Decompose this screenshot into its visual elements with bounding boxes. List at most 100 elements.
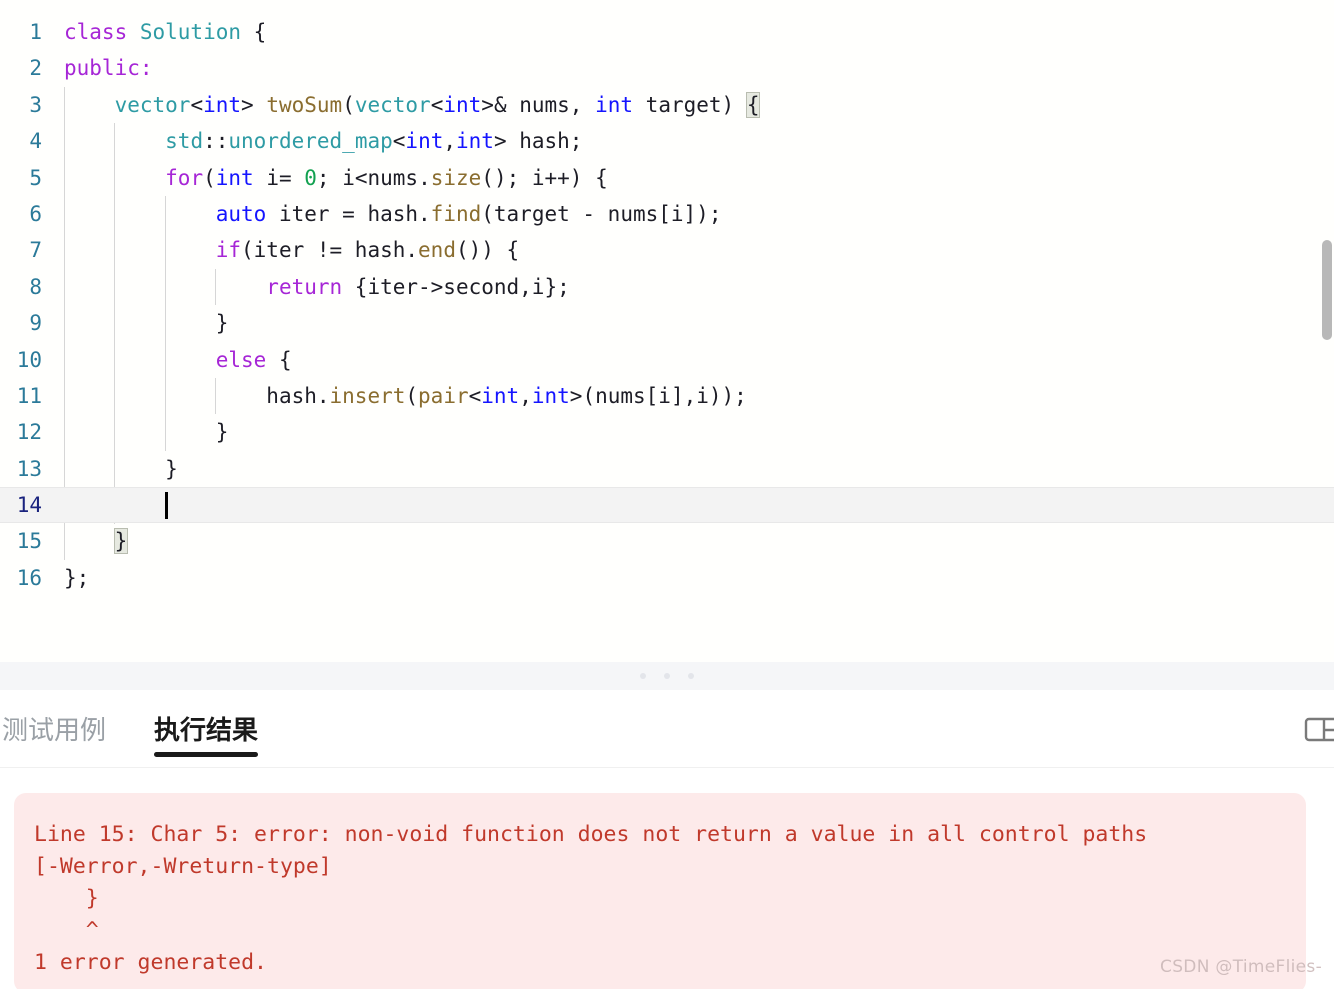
code-token: < xyxy=(392,129,406,154)
code-line[interactable]: 6 auto iter = hash.find(target - nums[i]… xyxy=(0,196,1334,232)
code-line[interactable]: 8 return {iter->second,i}; xyxy=(0,269,1334,305)
code-token: < xyxy=(468,383,482,408)
code-token: { xyxy=(241,20,267,44)
line-number: 6 xyxy=(29,201,42,226)
code-token: ( xyxy=(203,165,216,190)
tab-execution-result[interactable]: 执行结果 xyxy=(154,690,259,768)
code-line[interactable]: 9 } xyxy=(0,305,1334,341)
code-token: { xyxy=(266,347,292,372)
line-number: 10 xyxy=(16,347,42,372)
code-line[interactable]: 5 for(int i= 0; i<nums.size(); i++) { xyxy=(0,160,1334,196)
tab-test-cases-label: 测试用例 xyxy=(2,716,107,746)
code-text[interactable]: hash.insert(pair<int,int>(nums[i],i)); xyxy=(42,378,1334,414)
code-line[interactable]: 11 hash.insert(pair<int,int>(nums[i],i))… xyxy=(0,378,1334,414)
code-text[interactable]: auto iter = hash.find(target - nums[i]); xyxy=(42,196,1334,232)
code-token: ; i<nums. xyxy=(316,165,431,190)
code-token: > hash; xyxy=(493,129,583,154)
line-number: 15 xyxy=(16,529,42,554)
code-token: for xyxy=(165,165,204,190)
code-token: public: xyxy=(64,56,153,81)
line-number: 11 xyxy=(16,383,42,408)
code-text[interactable]: } xyxy=(42,523,1334,559)
code-line[interactable]: 2 public: xyxy=(0,50,1334,86)
line-number: 5 xyxy=(29,165,42,190)
code-line[interactable]: 16}; xyxy=(0,560,1334,596)
code-token: unordered_map xyxy=(228,129,393,154)
code-line[interactable]: 14 xyxy=(0,487,1334,524)
code-text[interactable]: for(int i= 0; i<nums.size(); i++) { xyxy=(42,160,1334,196)
panel-layout-icon[interactable] xyxy=(1304,716,1334,742)
code-token: else xyxy=(215,347,267,372)
panel-drag-handle[interactable] xyxy=(0,662,1334,690)
code-text[interactable]: if(iter != hash.end()) { xyxy=(42,232,1334,268)
code-token: } xyxy=(215,420,229,445)
code-token: iter = hash. xyxy=(266,201,431,226)
code-text[interactable]: class Solution { xyxy=(42,14,1334,50)
code-token: } xyxy=(165,456,178,481)
editor-vertical-scrollbar[interactable] xyxy=(1322,240,1332,340)
code-token: vector xyxy=(114,92,191,117)
code-token: i= xyxy=(253,165,305,190)
code-line[interactable]: 12 } xyxy=(0,414,1334,450)
code-line[interactable]: 1 class Solution { xyxy=(0,14,1334,50)
code-text[interactable]: } xyxy=(42,305,1334,341)
code-token: (); i++) { xyxy=(481,165,608,190)
line-number: 14 xyxy=(16,493,42,518)
code-text[interactable]: } xyxy=(42,451,1334,487)
code-token: ( xyxy=(405,383,419,408)
code-token: (iter != hash. xyxy=(241,238,419,263)
code-token: < xyxy=(190,92,204,117)
line-number: 12 xyxy=(16,420,42,445)
tab-test-cases[interactable]: 测试用例 xyxy=(2,690,106,768)
code-text[interactable]: public: xyxy=(42,50,1334,86)
code-token: pair xyxy=(418,383,469,408)
code-text[interactable]: }; xyxy=(42,560,1334,596)
code-token: ( xyxy=(342,92,355,117)
line-number: 2 xyxy=(29,56,42,81)
code-token: int xyxy=(595,92,634,117)
code-token: insert xyxy=(329,383,406,408)
code-token: int xyxy=(203,92,242,117)
drag-dots-icon xyxy=(640,673,694,679)
code-token: twoSum xyxy=(266,92,343,117)
code-line[interactable]: 13 } xyxy=(0,451,1334,487)
line-number: 4 xyxy=(29,129,42,154)
code-token: int xyxy=(443,92,482,117)
line-number: 8 xyxy=(29,274,42,299)
line-number: 7 xyxy=(29,238,42,263)
code-line[interactable]: 4 std::unordered_map<int,int> hash; xyxy=(0,123,1334,159)
code-token: } xyxy=(113,528,129,555)
code-text[interactable]: return {iter->second,i}; xyxy=(42,269,1334,305)
code-text[interactable]: } xyxy=(42,414,1334,450)
code-token: {iter->second,i}; xyxy=(342,274,570,299)
line-number: 3 xyxy=(29,92,42,117)
code-token: find xyxy=(430,201,482,226)
code-token: } xyxy=(215,311,229,336)
code-token: int xyxy=(481,383,520,408)
code-token: int xyxy=(215,165,254,190)
code-token: auto xyxy=(215,201,267,226)
code-text[interactable]: else { xyxy=(42,342,1334,378)
code-line[interactable]: 3 vector<int> twoSum(vector<int>& nums, … xyxy=(0,87,1334,123)
code-lines[interactable]: 1 class Solution {2 public: 3 vector<int> t… xyxy=(0,0,1334,596)
code-token: :: xyxy=(203,129,229,154)
code-token: 0 xyxy=(304,165,317,190)
code-token: std xyxy=(165,129,204,154)
leetcode-editor-page: 1 class Solution {2 public: 3 vector<int> t… xyxy=(0,0,1334,989)
code-token: > xyxy=(241,92,267,117)
code-editor[interactable]: 1 class Solution {2 public: 3 vector<int> t… xyxy=(0,0,1334,662)
code-text[interactable]: std::unordered_map<int,int> hash; xyxy=(42,123,1334,159)
code-token: size xyxy=(430,165,482,190)
code-line[interactable]: 7 if(iter != hash.end()) { xyxy=(0,232,1334,268)
code-token: (target - nums[i]); xyxy=(481,201,722,226)
code-token: >& nums, xyxy=(481,92,596,117)
text-cursor xyxy=(164,492,168,520)
code-text[interactable] xyxy=(42,487,1334,523)
code-token: , xyxy=(519,383,532,408)
error-message-box: Line 15: Char 5: error: non-void functio… xyxy=(14,793,1306,989)
code-line[interactable]: 15 } xyxy=(0,523,1334,559)
code-text[interactable]: vector<int> twoSum(vector<int>& nums, in… xyxy=(42,87,1334,123)
code-line[interactable]: 10 else { xyxy=(0,342,1334,378)
code-token: target) xyxy=(633,92,747,117)
code-token: int xyxy=(531,383,570,408)
